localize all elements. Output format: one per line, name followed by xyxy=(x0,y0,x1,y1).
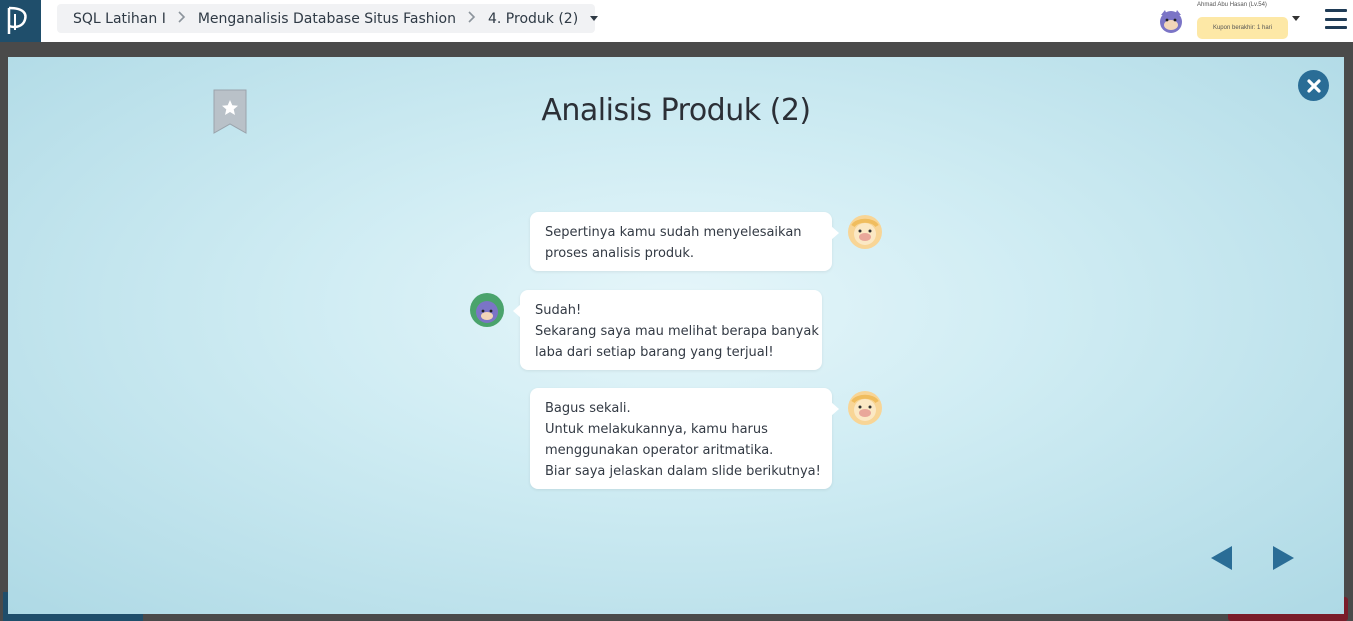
next-arrow-icon[interactable] xyxy=(1273,546,1294,570)
lesson-modal: Analisis Produk (2) Sepertinya kamu suda… xyxy=(8,57,1344,614)
message-line: Sepertinya kamu sudah menyelesaikan xyxy=(545,225,802,240)
close-icon[interactable] xyxy=(1298,70,1329,101)
caret-down-icon[interactable] xyxy=(1292,16,1300,21)
message-line: Biar saya jelaskan dalam slide berikutny… xyxy=(545,464,821,479)
message-line: Sekarang saya mau melihat berapa banyak xyxy=(535,324,819,339)
breadcrumb-item-course[interactable]: SQL Latihan I xyxy=(73,11,166,27)
chat-message: Bagus sekali. Untuk melakukannya, kamu h… xyxy=(530,388,839,489)
breadcrumb: SQL Latihan I Menganalisis Database Situ… xyxy=(57,4,599,33)
message-line: menggunakan operator aritmatika. xyxy=(545,443,774,458)
breadcrumb-item-project[interactable]: Menganalisis Database Situs Fashion xyxy=(198,11,456,27)
mentor-avatar-icon xyxy=(847,390,883,426)
logo-icon[interactable] xyxy=(0,0,41,42)
user-name: Ahmad Abu Hasan (Lv.54) xyxy=(1197,2,1267,8)
hamburger-menu-icon[interactable] xyxy=(1325,9,1347,29)
message-line: proses analisis produk. xyxy=(545,246,695,261)
student-avatar-icon xyxy=(469,292,505,328)
mentor-avatar-icon xyxy=(847,214,883,250)
breadcrumb-item-chapter[interactable]: 4. Produk (2) xyxy=(488,11,578,27)
prev-arrow-icon[interactable] xyxy=(1211,546,1232,570)
message-line: Sudah! xyxy=(535,303,582,318)
coupon-badge: Kupon berakhir: 1 hari xyxy=(1197,17,1288,39)
chat-message: Sepertinya kamu sudah menyelesaikan pros… xyxy=(530,212,839,271)
message-line: laba dari setiap barang yang terjual! xyxy=(535,345,774,360)
page-title: Analisis Produk (2) xyxy=(541,93,811,128)
user-avatar-icon[interactable] xyxy=(1156,6,1186,36)
chevron-right-icon xyxy=(468,11,476,26)
message-line: Untuk melakukannya, kamu harus xyxy=(545,422,768,437)
caret-down-icon[interactable] xyxy=(590,16,599,21)
chat-message: Sudah! Sekarang saya mau melihat berapa … xyxy=(513,290,822,370)
message-line: Bagus sekali. xyxy=(545,401,631,416)
top-navigation-bar: SQL Latihan I Menganalisis Database Situ… xyxy=(0,0,1353,42)
chevron-right-icon xyxy=(178,11,186,26)
